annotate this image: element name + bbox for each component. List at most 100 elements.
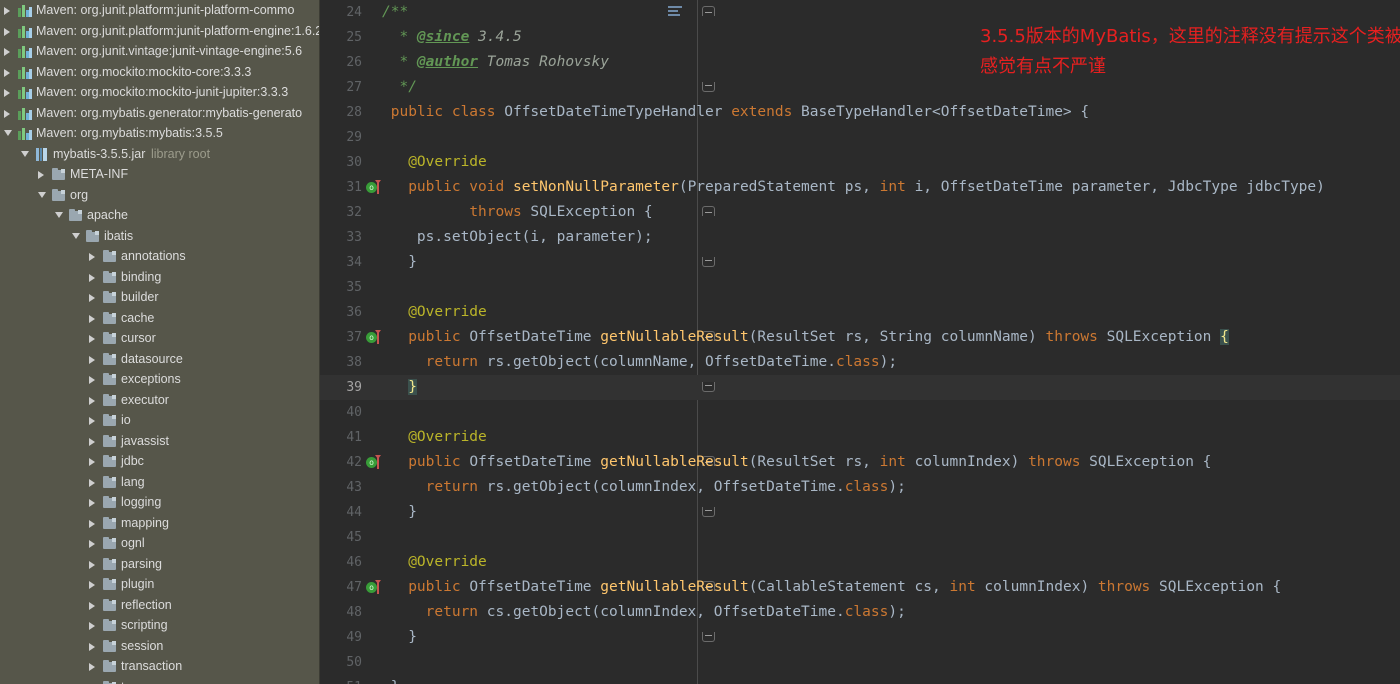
tree-item-maven-org-mockito-mockito-core-3-3-3[interactable]: Maven: org.mockito:mockito-core:3.3.3: [0, 62, 319, 83]
chevron-right-icon[interactable]: [4, 89, 10, 97]
chevron-down-icon[interactable]: [21, 150, 29, 157]
tree-item-reflection[interactable]: reflection: [0, 595, 319, 616]
project-tool-window[interactable]: Maven: org.junit.platform:junit-platform…: [0, 0, 320, 684]
code-fold-toggle[interactable]: [702, 632, 715, 642]
code-fold-toggle[interactable]: [702, 507, 715, 517]
javadoc-render-icon[interactable]: [668, 5, 684, 19]
tree-item-maven-org-junit-vintage-junit-vintage-engine-5-6[interactable]: Maven: org.junit.vintage:junit-vintage-e…: [0, 41, 319, 62]
chevron-down-icon[interactable]: [55, 212, 63, 218]
tree-item-parsing[interactable]: parsing: [0, 554, 319, 575]
chevron-right-icon[interactable]: [89, 601, 95, 610]
code-line[interactable]: 32 throws SQLException {: [320, 200, 1400, 225]
tree-item-builder[interactable]: builder: [0, 287, 319, 308]
code-line[interactable]: 44 }: [320, 500, 1400, 525]
code-line[interactable]: 50: [320, 650, 1400, 675]
chevron-right-icon[interactable]: [38, 171, 44, 179]
chevron-right-icon[interactable]: [89, 396, 95, 405]
chevron-right-icon[interactable]: [89, 355, 95, 364]
code-editor[interactable]: 24 /** 25 * @since 3.4.5 26 * @author Tomas…: [320, 0, 1400, 684]
chevron-right-icon[interactable]: [89, 519, 95, 528]
code-line[interactable]: 43 return rs.getObject(columnIndex, Offs…: [320, 475, 1400, 500]
code-line[interactable]: 45: [320, 525, 1400, 550]
tree-item-org[interactable]: org: [0, 185, 319, 206]
tree-item-cache[interactable]: cache: [0, 308, 319, 329]
code-line[interactable]: 47 o public OffsetDateTime getNullableRes…: [320, 575, 1400, 600]
code-line[interactable]: 42 o public OffsetDateTime getNullableRes…: [320, 450, 1400, 475]
chevron-down-icon[interactable]: [4, 130, 12, 136]
code-fold-toggle[interactable]: [702, 6, 715, 16]
code-fold-toggle[interactable]: [702, 382, 715, 392]
code-line[interactable]: 48 return cs.getObject(columnIndex, Offs…: [320, 600, 1400, 625]
code-fold-toggle[interactable]: [702, 257, 715, 267]
chevron-right-icon[interactable]: [4, 109, 10, 118]
chevron-down-icon[interactable]: [72, 232, 80, 239]
code-line[interactable]: 40: [320, 400, 1400, 425]
chevron-right-icon[interactable]: [89, 499, 95, 507]
code-line[interactable]: 30 @Override: [320, 150, 1400, 175]
tree-item-plugin[interactable]: plugin: [0, 574, 319, 595]
chevron-right-icon[interactable]: [89, 581, 95, 589]
chevron-right-icon[interactable]: [89, 540, 95, 548]
tree-item-exceptions[interactable]: exceptions: [0, 369, 319, 390]
code-line[interactable]: 46 @Override: [320, 550, 1400, 575]
code-line[interactable]: 37 o public OffsetDateTime getNullableRes…: [320, 325, 1400, 350]
code-line[interactable]: 31 o public void setNonNullParameter(Prep…: [320, 175, 1400, 200]
chevron-right-icon[interactable]: [89, 417, 95, 425]
tree-item-datasource[interactable]: datasource: [0, 349, 319, 370]
override-method-icon[interactable]: o: [366, 180, 381, 194]
tree-item-javassist[interactable]: javassist: [0, 431, 319, 452]
tree-item-binding[interactable]: binding: [0, 267, 319, 288]
code-line[interactable]: 35: [320, 275, 1400, 300]
override-method-icon[interactable]: o: [366, 455, 381, 469]
tree-item-annotations[interactable]: annotations: [0, 246, 319, 267]
tree-item-transaction[interactable]: transaction: [0, 656, 319, 677]
chevron-right-icon[interactable]: [89, 642, 95, 651]
code-line[interactable]: 33 ps.setObject(i, parameter);: [320, 225, 1400, 250]
chevron-right-icon[interactable]: [4, 27, 10, 36]
tree-item-mapping[interactable]: mapping: [0, 513, 319, 534]
override-method-icon[interactable]: o: [366, 580, 381, 594]
tree-item-apache[interactable]: apache: [0, 205, 319, 226]
code-line[interactable]: 36 @Override: [320, 300, 1400, 325]
tree-item-ibatis[interactable]: ibatis: [0, 226, 319, 247]
code-line[interactable]: 39 }: [320, 375, 1400, 400]
tree-item-cursor[interactable]: cursor: [0, 328, 319, 349]
code-line[interactable]: 51 }: [320, 675, 1400, 684]
code-fold-toggle[interactable]: [702, 82, 715, 92]
code-line[interactable]: 29: [320, 125, 1400, 150]
tree-item-io[interactable]: io: [0, 410, 319, 431]
chevron-right-icon[interactable]: [4, 68, 10, 77]
tree-item-maven-org-mybatis-generator-mybatis-generato[interactable]: Maven: org.mybatis.generator:mybatis-gen…: [0, 103, 319, 124]
tree-item-meta-inf[interactable]: META-INF: [0, 164, 319, 185]
code-line[interactable]: 49 }: [320, 625, 1400, 650]
tree-item-logging[interactable]: logging: [0, 492, 319, 513]
tree-item-executor[interactable]: executor: [0, 390, 319, 411]
chevron-right-icon[interactable]: [89, 663, 95, 671]
chevron-right-icon[interactable]: [89, 335, 95, 343]
code-fold-toggle[interactable]: [702, 206, 715, 216]
chevron-right-icon[interactable]: [89, 437, 95, 446]
chevron-right-icon[interactable]: [89, 314, 95, 323]
code-line[interactable]: 41 @Override: [320, 425, 1400, 450]
chevron-right-icon[interactable]: [89, 376, 95, 384]
tree-item-mybatis-3-5-5-jar[interactable]: mybatis-3.5.5.jar library root: [0, 144, 319, 165]
code-line[interactable]: 34 }: [320, 250, 1400, 275]
tree-item-maven-org-junit-platform-junit-platform-engine-1-6-2[interactable]: Maven: org.junit.platform:junit-platform…: [0, 21, 319, 42]
chevron-right-icon[interactable]: [89, 560, 95, 569]
tree-item-ognl[interactable]: ognl: [0, 533, 319, 554]
tree-item-lang[interactable]: lang: [0, 472, 319, 493]
override-method-icon[interactable]: o: [366, 330, 381, 344]
tree-item-maven-org-mockito-mockito-junit-jupiter-3-3-3[interactable]: Maven: org.mockito:mockito-junit-jupiter…: [0, 82, 319, 103]
chevron-right-icon[interactable]: [89, 253, 95, 261]
chevron-right-icon[interactable]: [4, 48, 10, 56]
code-line[interactable]: 28 public class OffsetDateTimeTypeHandle…: [320, 100, 1400, 125]
tree-item-scripting[interactable]: scripting: [0, 615, 319, 636]
chevron-right-icon[interactable]: [89, 622, 95, 630]
code-line[interactable]: 38 return rs.getObject(columnName, Offse…: [320, 350, 1400, 375]
chevron-right-icon[interactable]: [89, 294, 95, 302]
tree-item-maven-org-mybatis-mybatis-3-5-5[interactable]: Maven: org.mybatis:mybatis:3.5.5: [0, 123, 319, 144]
tree-item-session[interactable]: session: [0, 636, 319, 657]
chevron-right-icon[interactable]: [89, 458, 95, 466]
chevron-right-icon[interactable]: [89, 273, 95, 282]
tree-item-jdbc[interactable]: jdbc: [0, 451, 319, 472]
